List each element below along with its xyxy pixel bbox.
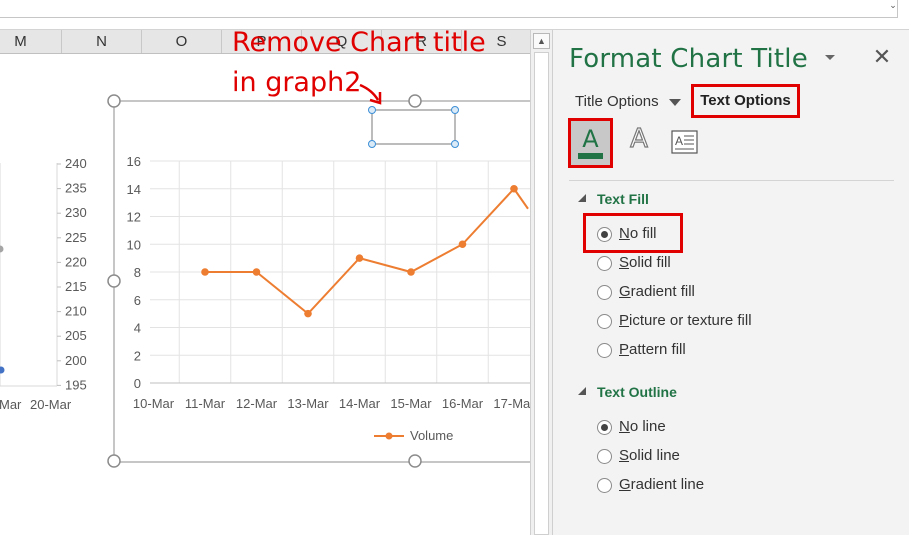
left-chart-x-label: Mar xyxy=(0,397,22,412)
left-y-tick-label: 195 xyxy=(65,377,87,392)
right-chart[interactable]: 0 2 4 6 8 10 12 14 16 10-Mar 11-Mar 12-Mar 13-Mar 14… xyxy=(107,94,530,468)
radio-button[interactable] xyxy=(597,314,612,329)
left-y-tick-label: 230 xyxy=(65,205,87,220)
resize-handle[interactable] xyxy=(408,454,422,468)
scroll-up-arrow-icon[interactable]: ▲ xyxy=(533,33,550,49)
radio-button[interactable] xyxy=(597,420,612,435)
format-chart-title-pane: Format Chart Title ✕ Title Options Text … xyxy=(552,30,909,535)
left-chart-point-gray xyxy=(0,245,4,253)
legend-label: Volume xyxy=(410,428,453,443)
annotation-arrow xyxy=(359,83,380,101)
svg-text:A: A xyxy=(675,134,683,148)
left-y-tick-label: 240 xyxy=(65,156,87,171)
data-point xyxy=(510,184,518,193)
chevron-down-icon[interactable] xyxy=(669,99,681,106)
resize-handle[interactable] xyxy=(107,94,121,108)
left-y-tick-label: 220 xyxy=(65,254,87,269)
charts-canvas: 240235230225220215210205200195 Mar 20-Ma… xyxy=(0,83,530,468)
column-header-n[interactable]: N xyxy=(62,30,142,53)
y-tick-label: 6 xyxy=(134,293,141,308)
tab-text-options[interactable]: Text Options xyxy=(691,84,800,118)
legend-marker xyxy=(385,432,393,440)
scrollbar-thumb[interactable] xyxy=(534,52,549,535)
column-header-m[interactable]: M xyxy=(0,30,62,53)
close-icon[interactable]: ✕ xyxy=(871,46,893,68)
chevron-down-icon[interactable]: ⌄ xyxy=(886,0,900,12)
collapse-triangle-icon[interactable] xyxy=(577,386,587,396)
tab-title-options[interactable]: Title Options xyxy=(575,93,659,110)
x-tick-label: 12-Mar xyxy=(236,396,278,411)
data-point xyxy=(458,240,467,249)
text-fill-outline-icon[interactable]: A xyxy=(568,118,613,168)
x-tick-label: 15-Mar xyxy=(390,396,432,411)
x-tick-label: 11-Mar xyxy=(185,396,226,411)
y-tick-label: 0 xyxy=(134,376,141,391)
section-text-outline[interactable]: Text Outline xyxy=(597,384,677,400)
formula-bar-area: ⌄ xyxy=(0,0,909,30)
section-text-fill[interactable]: Text Fill xyxy=(597,191,649,207)
y-tick-label: 4 xyxy=(134,321,141,336)
text-effects-icon[interactable]: A xyxy=(623,118,663,164)
pane-title: Format Chart Title xyxy=(569,44,808,74)
x-tick-label: 10-Mar xyxy=(133,396,175,411)
radio-button[interactable] xyxy=(597,256,612,271)
y-tick-label: 12 xyxy=(127,210,141,225)
left-chart-y-ticks: 240 235 230 225 220 215 210 205 200 195 xyxy=(57,156,87,392)
left-y-tick-label: 225 xyxy=(65,230,87,245)
radio-button[interactable] xyxy=(597,449,612,464)
pane-divider xyxy=(569,180,894,181)
resize-handle[interactable] xyxy=(408,94,422,108)
y-tick-label: 2 xyxy=(134,348,141,363)
radio-button[interactable] xyxy=(597,343,612,358)
left-y-tick-label: 235 xyxy=(65,181,87,196)
annotation-text: in graph2 xyxy=(232,67,362,98)
x-tick-label: 17-Mar xyxy=(493,396,530,411)
vertical-scrollbar[interactable]: ▲ xyxy=(530,30,552,535)
left-y-tick-label: 200 xyxy=(65,353,87,368)
collapse-triangle-icon[interactable] xyxy=(577,193,587,203)
y-tick-label: 8 xyxy=(134,265,141,280)
pane-options-chevron-icon[interactable] xyxy=(823,52,837,62)
resize-handle[interactable] xyxy=(107,454,121,468)
radio-button[interactable] xyxy=(597,227,612,242)
y-tick-label: 10 xyxy=(127,237,141,252)
x-tick-label: 13-Mar xyxy=(287,396,329,411)
annotation-text: Remove Chart title xyxy=(232,27,486,58)
x-tick-label: 16-Mar xyxy=(442,396,484,411)
left-chart-point-blue xyxy=(0,366,5,374)
column-header-o[interactable]: O xyxy=(142,30,222,53)
left-y-tick-label: 210 xyxy=(65,304,87,319)
data-point xyxy=(355,254,364,262)
radio-button[interactable] xyxy=(597,478,612,493)
radio-button[interactable] xyxy=(597,285,612,300)
worksheet-grid[interactable]: 240 235 230 225 220 215 210 205 200 195 Mar 20-Ma… xyxy=(0,54,530,535)
x-tick-label: 14-Mar xyxy=(339,396,381,411)
data-point xyxy=(407,268,415,276)
data-point xyxy=(252,268,261,276)
data-point xyxy=(304,309,312,318)
y-tick-label: 16 xyxy=(127,154,141,169)
left-chart-x-label: 20-Mar xyxy=(30,397,72,412)
left-y-tick-label: 215 xyxy=(65,279,87,294)
formula-input[interactable] xyxy=(0,0,898,18)
left-y-tick-label: 205 xyxy=(65,328,87,343)
textbox-icon[interactable]: A xyxy=(671,118,711,164)
y-tick-label: 14 xyxy=(127,182,141,197)
data-point xyxy=(201,268,209,276)
resize-handle[interactable] xyxy=(107,274,121,288)
